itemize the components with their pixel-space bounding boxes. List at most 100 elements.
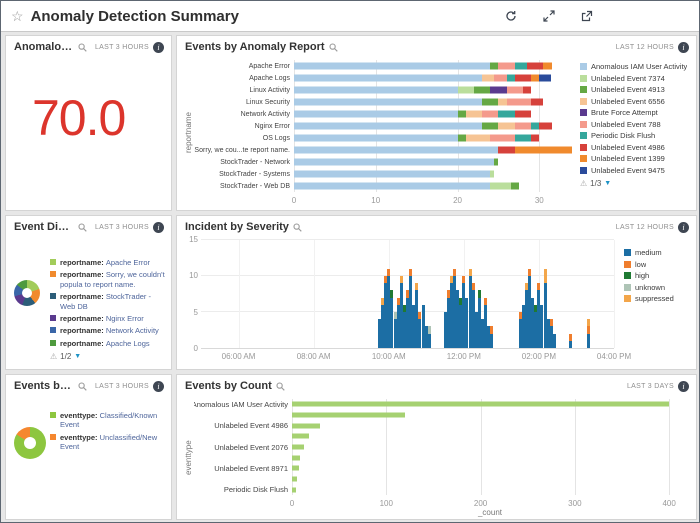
legend-item[interactable]: Unlabeled Event 1399 bbox=[580, 154, 692, 163]
bar-segment[interactable] bbox=[458, 87, 474, 94]
bar-segment[interactable] bbox=[292, 402, 669, 407]
bar-segment[interactable] bbox=[531, 135, 539, 142]
refresh-icon[interactable] bbox=[505, 10, 517, 22]
bar-row[interactable] bbox=[294, 84, 572, 96]
bar-segment[interactable] bbox=[294, 123, 482, 130]
fullscreen-icon[interactable] bbox=[543, 10, 555, 22]
bar-segment[interactable] bbox=[292, 413, 405, 418]
bar-segment[interactable] bbox=[490, 334, 493, 348]
bar-segment[interactable] bbox=[292, 434, 309, 439]
legend-item[interactable]: eventtype: Classified/Known Event bbox=[50, 411, 167, 430]
bar-segment[interactable] bbox=[490, 326, 493, 333]
legend-item[interactable]: Unlabeled Event 4986 bbox=[580, 143, 692, 152]
bar-segment[interactable] bbox=[539, 75, 551, 82]
bar-row[interactable] bbox=[292, 463, 688, 474]
bar-segment[interactable] bbox=[294, 183, 490, 190]
stacked-column[interactable] bbox=[428, 240, 431, 348]
bar-row[interactable] bbox=[292, 399, 688, 410]
magnifier-icon[interactable] bbox=[78, 223, 87, 232]
bar-row[interactable] bbox=[294, 120, 572, 132]
dropdown-icon[interactable]: ▼ bbox=[604, 180, 611, 187]
bar-segment[interactable] bbox=[482, 75, 494, 82]
legend-item[interactable]: eventtype: Unclassified/New Event bbox=[50, 433, 167, 452]
bar-segment[interactable] bbox=[494, 159, 498, 166]
bar-row[interactable] bbox=[292, 420, 688, 431]
bar-segment[interactable] bbox=[490, 87, 506, 94]
legend-item[interactable]: Unlabeled Event 4913 bbox=[580, 85, 692, 94]
legend-item[interactable]: high bbox=[624, 271, 692, 280]
bar-segment[interactable] bbox=[490, 171, 494, 178]
bar-segment[interactable] bbox=[515, 63, 527, 70]
legend-item[interactable]: Unlabeled Event 788 bbox=[580, 120, 692, 129]
bar-segment[interactable] bbox=[490, 183, 510, 190]
bar-segment[interactable] bbox=[507, 75, 515, 82]
bar-segment[interactable] bbox=[428, 326, 431, 333]
bar-segment[interactable] bbox=[294, 111, 458, 118]
bar-row[interactable] bbox=[294, 60, 572, 72]
bar-row[interactable] bbox=[294, 156, 572, 168]
bar-segment[interactable] bbox=[531, 123, 539, 130]
bar-row[interactable] bbox=[292, 442, 688, 453]
bar-segment[interactable] bbox=[292, 487, 296, 492]
bar-segment[interactable] bbox=[498, 123, 514, 130]
bar-segment[interactable] bbox=[553, 334, 556, 348]
stacked-column[interactable] bbox=[490, 240, 493, 348]
legend-item[interactable]: suppressed bbox=[624, 294, 692, 303]
bar-segment[interactable] bbox=[494, 75, 506, 82]
bar-row[interactable] bbox=[292, 452, 688, 463]
single-value[interactable]: 70.0 bbox=[32, 93, 171, 143]
legend-item[interactable]: reportname: Sorry, we couldn't popula to… bbox=[50, 270, 167, 289]
bar-segment[interactable] bbox=[294, 75, 482, 82]
bar-row[interactable] bbox=[294, 108, 572, 120]
dropdown-icon[interactable]: ▼ bbox=[74, 353, 81, 360]
info-icon[interactable]: i bbox=[153, 381, 164, 392]
bar-segment[interactable] bbox=[466, 135, 491, 142]
bar-row[interactable] bbox=[292, 410, 688, 421]
export-icon[interactable] bbox=[581, 10, 593, 22]
bar-segment[interactable] bbox=[294, 99, 482, 106]
bar-segment[interactable] bbox=[531, 99, 543, 106]
pie-chart[interactable] bbox=[14, 427, 46, 459]
bar-segment[interactable] bbox=[482, 99, 498, 106]
bar-segment[interactable] bbox=[498, 99, 506, 106]
bar-segment[interactable] bbox=[531, 75, 539, 82]
bar-segment[interactable] bbox=[515, 75, 531, 82]
favorite-star-icon[interactable]: ☆ bbox=[11, 9, 24, 23]
legend-item[interactable]: Unlabeled Event 9475 bbox=[580, 166, 692, 175]
info-icon[interactable]: i bbox=[678, 381, 689, 392]
magnifier-icon[interactable] bbox=[293, 223, 302, 232]
bar-segment[interactable] bbox=[515, 123, 531, 130]
magnifier-icon[interactable] bbox=[276, 382, 285, 391]
bar-segment[interactable] bbox=[523, 87, 531, 94]
info-icon[interactable]: i bbox=[153, 222, 164, 233]
legend-item[interactable]: reportname: Apache Error bbox=[50, 258, 167, 267]
legend-item[interactable]: reportname: Apache Logs bbox=[50, 339, 167, 348]
bar-segment[interactable] bbox=[292, 455, 300, 460]
magnifier-icon[interactable] bbox=[329, 43, 338, 52]
bar-segment[interactable] bbox=[490, 63, 498, 70]
bar-row[interactable] bbox=[292, 431, 688, 442]
legend-pager[interactable]: ⚠ 1/3 ▼ bbox=[580, 179, 692, 188]
info-icon[interactable]: i bbox=[678, 42, 689, 53]
magnifier-icon[interactable] bbox=[78, 43, 87, 52]
bar-segment[interactable] bbox=[458, 111, 466, 118]
legend-item[interactable]: Unlabeled Event 7374 bbox=[580, 74, 692, 83]
stacked-column[interactable] bbox=[553, 240, 556, 348]
legend-item[interactable]: reportname: Network Activity bbox=[50, 326, 167, 335]
bar-segment[interactable] bbox=[511, 183, 519, 190]
info-icon[interactable]: i bbox=[153, 42, 164, 53]
bar-segment[interactable] bbox=[482, 123, 498, 130]
legend-item[interactable]: Anomalous IAM User Activity bbox=[580, 62, 692, 71]
bar-segment[interactable] bbox=[474, 87, 490, 94]
magnifier-icon[interactable] bbox=[78, 382, 87, 391]
legend-pager[interactable]: ⚠ 1/2 ▼ bbox=[50, 352, 167, 361]
bar-row[interactable] bbox=[292, 474, 688, 485]
bar-segment[interactable] bbox=[507, 99, 532, 106]
legend-item[interactable]: reportname: StockTrader - Web DB bbox=[50, 292, 167, 311]
bar-segment[interactable] bbox=[482, 111, 498, 118]
legend-item[interactable]: unknown bbox=[624, 283, 692, 292]
bar-segment[interactable] bbox=[294, 63, 490, 70]
bar-segment[interactable] bbox=[294, 87, 458, 94]
bar-segment[interactable] bbox=[539, 123, 551, 130]
bar-segment[interactable] bbox=[292, 477, 297, 482]
